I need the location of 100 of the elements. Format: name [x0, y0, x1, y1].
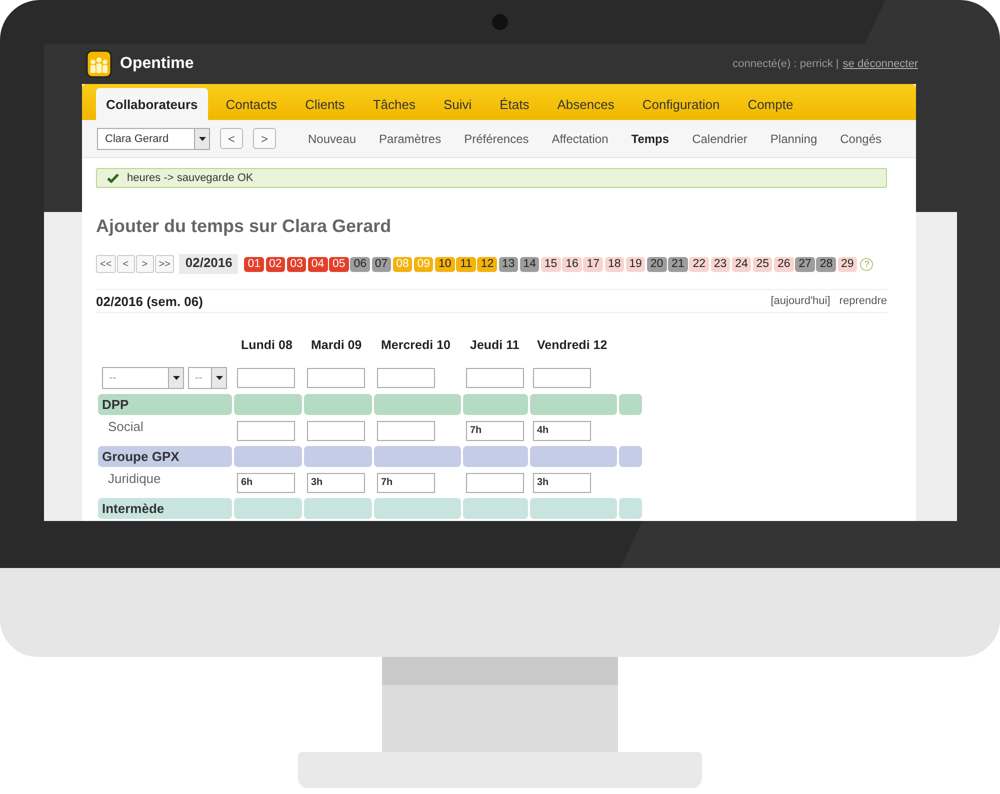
time-input[interactable] — [466, 368, 524, 388]
time-input[interactable] — [307, 420, 365, 440]
collaborator-select[interactable]: Clara Gerard — [97, 128, 210, 150]
check-icon — [107, 173, 119, 183]
app-name: Opentime — [120, 55, 194, 73]
calendar-day[interactable]: 25 — [752, 256, 772, 272]
subnav-link[interactable]: Affectation — [552, 132, 608, 146]
calendar-day[interactable]: 07 — [372, 256, 392, 272]
group-band — [619, 498, 642, 519]
month-nav-button[interactable]: > — [136, 255, 154, 273]
week-link[interactable]: [aujourd'hui] — [770, 295, 830, 307]
calendar-day[interactable]: 06 — [350, 256, 370, 272]
subnav-link[interactable]: Nouveau — [308, 132, 356, 146]
group-header: Intermède — [98, 498, 232, 519]
calendar-day[interactable]: 02 — [266, 256, 286, 272]
calendar-day[interactable]: 27 — [795, 256, 815, 272]
time-input[interactable]: 4h — [533, 420, 591, 440]
task-label: Social — [107, 418, 144, 436]
time-input[interactable] — [377, 420, 435, 440]
subnav-link[interactable]: Temps — [631, 132, 670, 146]
calendar-day[interactable]: 15 — [541, 256, 561, 272]
caret-icon — [198, 136, 206, 140]
caret-icon — [216, 376, 222, 380]
group-band — [463, 498, 528, 519]
time-input[interactable]: 3h — [307, 472, 365, 492]
time-input[interactable] — [533, 368, 591, 388]
message-text: heures -> sauvegarde OK — [127, 172, 254, 184]
time-input[interactable]: 7h — [466, 420, 524, 440]
pager-button[interactable]: > — [253, 128, 276, 149]
time-input[interactable]: 6h — [237, 472, 295, 492]
calendar-day[interactable]: 11 — [456, 256, 476, 272]
time-input[interactable]: 3h — [533, 472, 591, 492]
column-header: Mercredi 10 — [380, 337, 452, 354]
nav-tab[interactable]: Clients — [295, 88, 355, 120]
calendar-day[interactable]: 29 — [838, 256, 858, 272]
nav-tab[interactable]: Suivi — [433, 88, 482, 120]
subnav-link[interactable]: Planning — [770, 132, 818, 146]
week-title: 02/2016 (sem. 06) — [96, 294, 203, 308]
calendar-day[interactable]: 14 — [520, 256, 540, 272]
group-header: Groupe GPX — [98, 446, 232, 467]
calendar-day[interactable]: 22 — [689, 256, 709, 272]
month-nav-button[interactable]: < — [116, 255, 135, 273]
group-band — [304, 498, 372, 519]
group-header: DPP — [98, 394, 232, 415]
logo-icon — [86, 50, 112, 78]
month-label: 02/2016 — [179, 254, 238, 274]
nav-tab[interactable]: Configuration — [632, 88, 730, 120]
calendar-day[interactable]: 26 — [774, 256, 794, 272]
time-input[interactable] — [377, 368, 435, 388]
nav-tab[interactable]: Tâches — [362, 88, 426, 120]
column-header: Jeudi 11 — [469, 337, 520, 354]
calendar-day[interactable]: 13 — [498, 256, 518, 272]
calendar-day[interactable]: 10 — [435, 256, 455, 272]
calendar-day[interactable]: 04 — [308, 256, 328, 272]
week-link[interactable]: reprendre — [839, 295, 887, 307]
column-header: Mardi 09 — [310, 337, 363, 354]
logout-link[interactable]: se déconnecter — [842, 58, 918, 70]
group-band — [234, 446, 302, 467]
calendar-day[interactable]: 28 — [816, 256, 836, 272]
calendar-day[interactable]: 23 — [710, 256, 730, 272]
calendar-day[interactable]: 20 — [646, 256, 667, 272]
subnav-link[interactable]: Calendrier — [692, 132, 748, 146]
subnav-link[interactable]: Préférences — [464, 132, 529, 146]
calendar-day[interactable]: 17 — [583, 256, 603, 272]
column-header: Lundi 08 — [240, 337, 294, 354]
calendar-day[interactable]: 01 — [244, 256, 264, 272]
calendar-day[interactable]: 16 — [562, 256, 582, 272]
calendar-day[interactable]: 12 — [477, 256, 498, 272]
group-band — [463, 446, 528, 467]
subnav-link[interactable]: Paramètres — [379, 132, 442, 146]
calendar-day[interactable]: 18 — [604, 256, 624, 272]
calendar-day[interactable]: 24 — [732, 256, 752, 272]
group-band — [619, 394, 642, 415]
calendar-day[interactable]: 03 — [286, 256, 306, 272]
nav-tab[interactable]: Absences — [547, 88, 624, 120]
group-band — [304, 446, 372, 467]
time-input[interactable] — [237, 368, 295, 388]
nav-tab[interactable]: Contacts — [216, 88, 288, 120]
nav-tab[interactable]: États — [490, 88, 540, 120]
column-header: Vendredi 12 — [536, 337, 608, 354]
subnav-link[interactable]: Congés — [840, 132, 882, 146]
pager-button[interactable]: < — [220, 128, 243, 149]
month-nav-button[interactable]: >> — [154, 255, 174, 273]
time-input[interactable] — [237, 420, 295, 440]
calendar-day[interactable]: 19 — [626, 256, 646, 272]
nav-tab[interactable]: Collaborateurs — [96, 88, 208, 120]
month-nav-button[interactable]: << — [96, 255, 116, 273]
calendar-day[interactable]: 21 — [668, 256, 688, 272]
user-label: connecté(e) : perrick | — [732, 58, 839, 70]
nav-tab[interactable]: Compte — [738, 88, 804, 120]
page-title: Ajouter du temps sur Clara Gerard — [96, 216, 392, 236]
time-input[interactable]: 7h — [377, 472, 435, 492]
time-input[interactable] — [307, 368, 365, 388]
group-band — [463, 394, 528, 415]
caret-icon — [172, 376, 180, 380]
time-input[interactable] — [466, 472, 524, 492]
group-band — [234, 394, 302, 415]
group-band — [304, 394, 372, 415]
calendar-day[interactable]: 05 — [329, 256, 349, 272]
group-band — [234, 498, 302, 519]
